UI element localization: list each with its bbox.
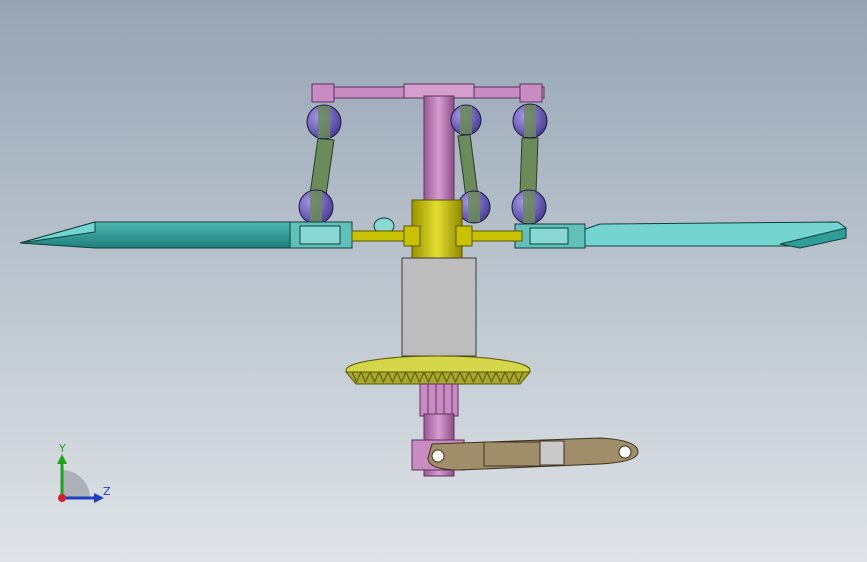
ball-joint[interactable] xyxy=(450,104,482,136)
pinion-gear[interactable] xyxy=(419,383,459,417)
rotor-blade-right[interactable] xyxy=(563,221,847,249)
ball-joint[interactable] xyxy=(512,103,548,139)
main-gear[interactable] xyxy=(344,355,532,385)
reference-triad: Y Z xyxy=(40,440,120,510)
ball-joint[interactable] xyxy=(306,104,342,140)
ball-joint[interactable] xyxy=(511,189,547,225)
helicopter-rotor-assembly[interactable] xyxy=(0,0,867,562)
triad-y-label: Y xyxy=(59,442,66,455)
ball-joint[interactable] xyxy=(457,190,491,224)
rotor-blade-left[interactable] xyxy=(19,221,301,249)
blade-grip-right[interactable] xyxy=(514,223,586,249)
ball-joint[interactable] xyxy=(298,189,334,225)
graphics-viewport[interactable]: Y Z xyxy=(0,0,867,562)
control-arm[interactable] xyxy=(427,437,639,471)
pitch-link-left[interactable] xyxy=(309,137,335,197)
main-shaft[interactable] xyxy=(423,95,455,209)
triad-z-label: Z xyxy=(103,485,111,498)
pitch-link-right[interactable] xyxy=(519,137,539,195)
triad-graphic xyxy=(57,454,104,503)
swashplate-housing[interactable] xyxy=(401,257,477,357)
pitch-link-mid[interactable] xyxy=(457,133,479,199)
